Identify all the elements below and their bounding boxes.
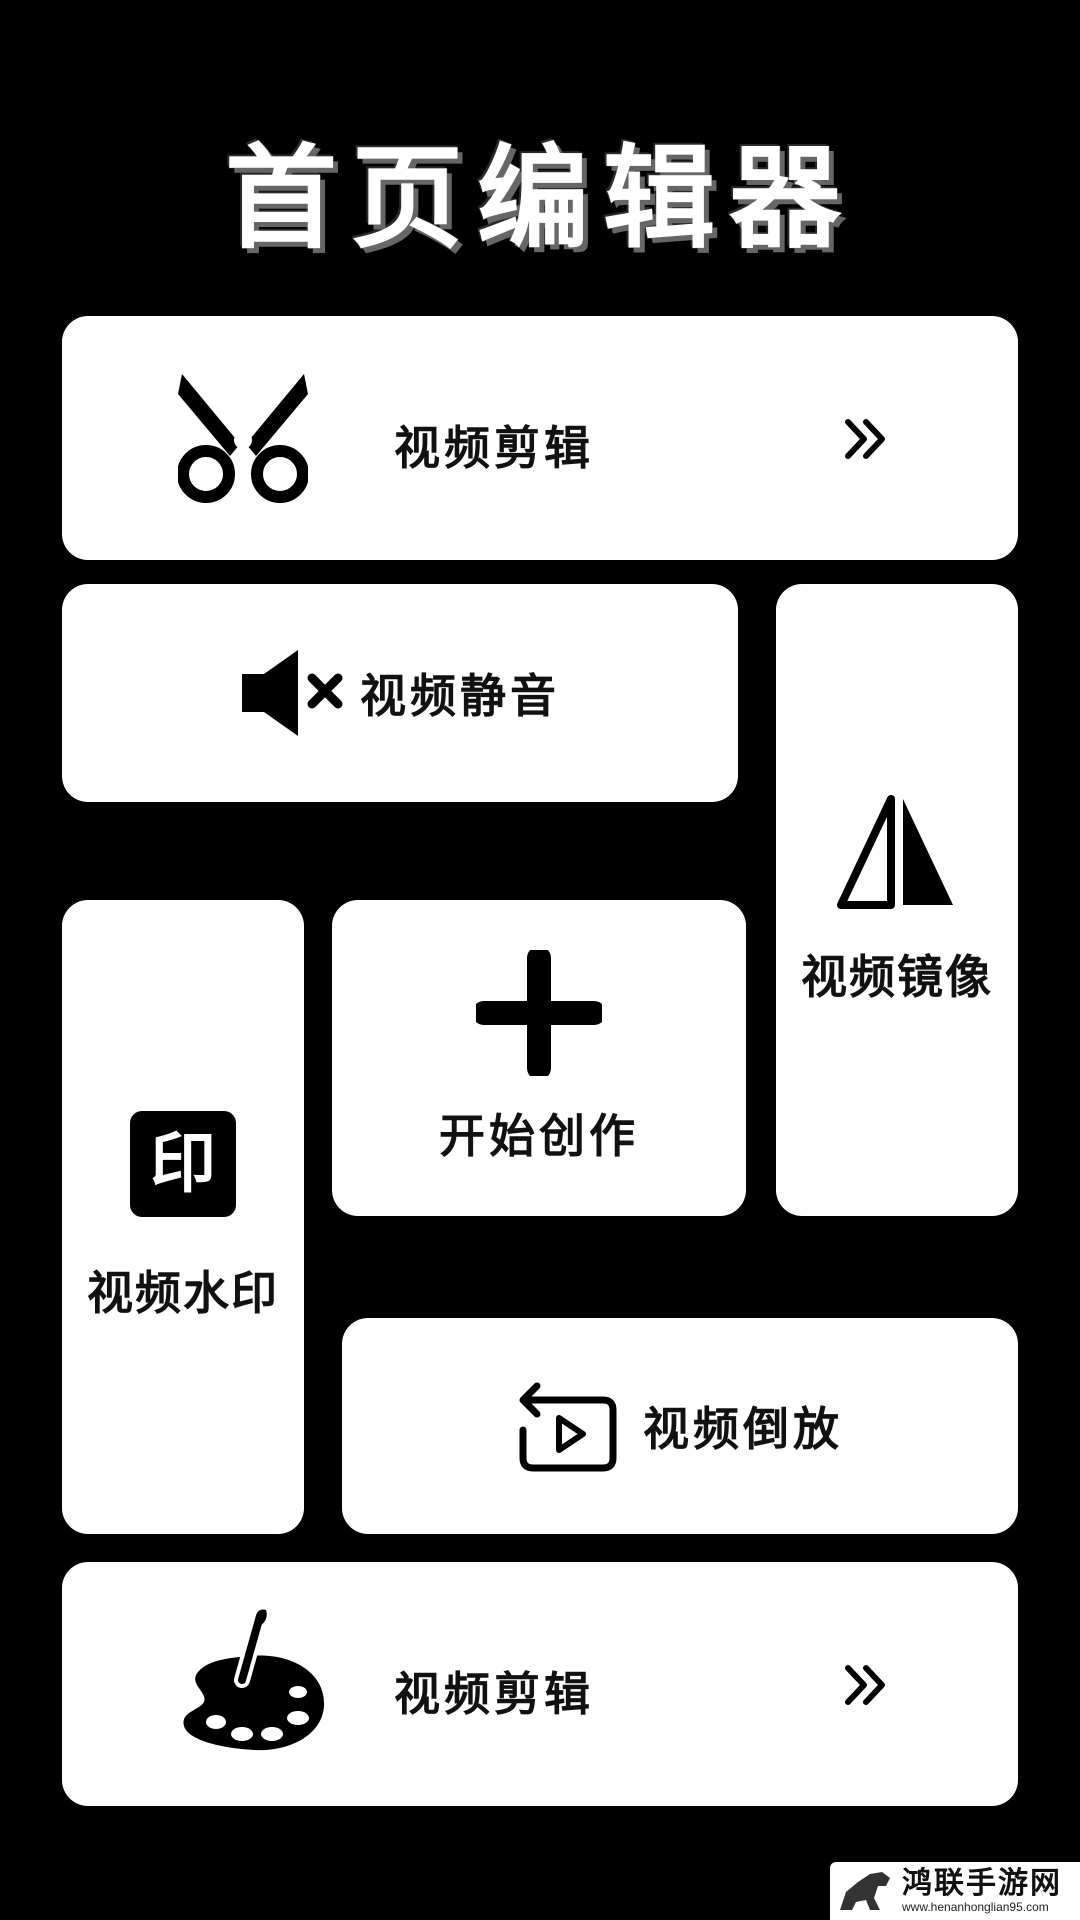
video-edit-label: 视频剪辑 bbox=[394, 1667, 594, 1721]
mirror-icon bbox=[837, 795, 953, 909]
video-mute-card[interactable]: 视频静音 bbox=[62, 584, 738, 802]
horse-logo-icon bbox=[836, 1868, 894, 1914]
watermark-title: 鸿联手游网 bbox=[902, 1866, 1062, 1901]
video-mirror-label: 视频镜像 bbox=[801, 950, 993, 1004]
video-cut-label: 视频剪辑 bbox=[394, 421, 594, 475]
site-watermark: 鸿联手游网 www.henanhonglian95.com bbox=[830, 1862, 1080, 1920]
video-reverse-label: 视频倒放 bbox=[643, 1402, 843, 1456]
reverse-play-icon bbox=[519, 1382, 617, 1472]
stamp-icon-text: 印 bbox=[150, 1125, 216, 1202]
video-watermark-card[interactable]: 印 视频水印 bbox=[62, 900, 304, 1534]
double-chevron-right-icon[interactable] bbox=[844, 418, 890, 460]
video-mirror-card[interactable]: 视频镜像 bbox=[776, 584, 1018, 1216]
video-mute-label: 视频静音 bbox=[360, 669, 560, 723]
plus-icon bbox=[476, 950, 602, 1076]
video-edit-card[interactable]: 视频剪辑 bbox=[62, 1562, 1018, 1806]
scissors-icon bbox=[178, 374, 308, 503]
watermark-url: www.henanhonglian95.com bbox=[902, 1900, 1049, 1914]
video-reverse-card[interactable]: 视频倒放 bbox=[342, 1318, 1018, 1534]
double-chevron-right-icon[interactable] bbox=[844, 1664, 890, 1706]
video-watermark-label: 视频水印 bbox=[87, 1266, 279, 1320]
start-create-card[interactable]: 开始创作 bbox=[332, 900, 746, 1216]
speaker-mute-icon bbox=[242, 650, 343, 736]
stamp-icon: 印 bbox=[130, 1111, 236, 1217]
palette-icon bbox=[183, 1608, 325, 1751]
page-title: 首页编辑器 bbox=[225, 134, 855, 264]
video-cut-card[interactable]: 视频剪辑 bbox=[62, 316, 1018, 560]
start-create-label: 开始创作 bbox=[439, 1109, 639, 1163]
